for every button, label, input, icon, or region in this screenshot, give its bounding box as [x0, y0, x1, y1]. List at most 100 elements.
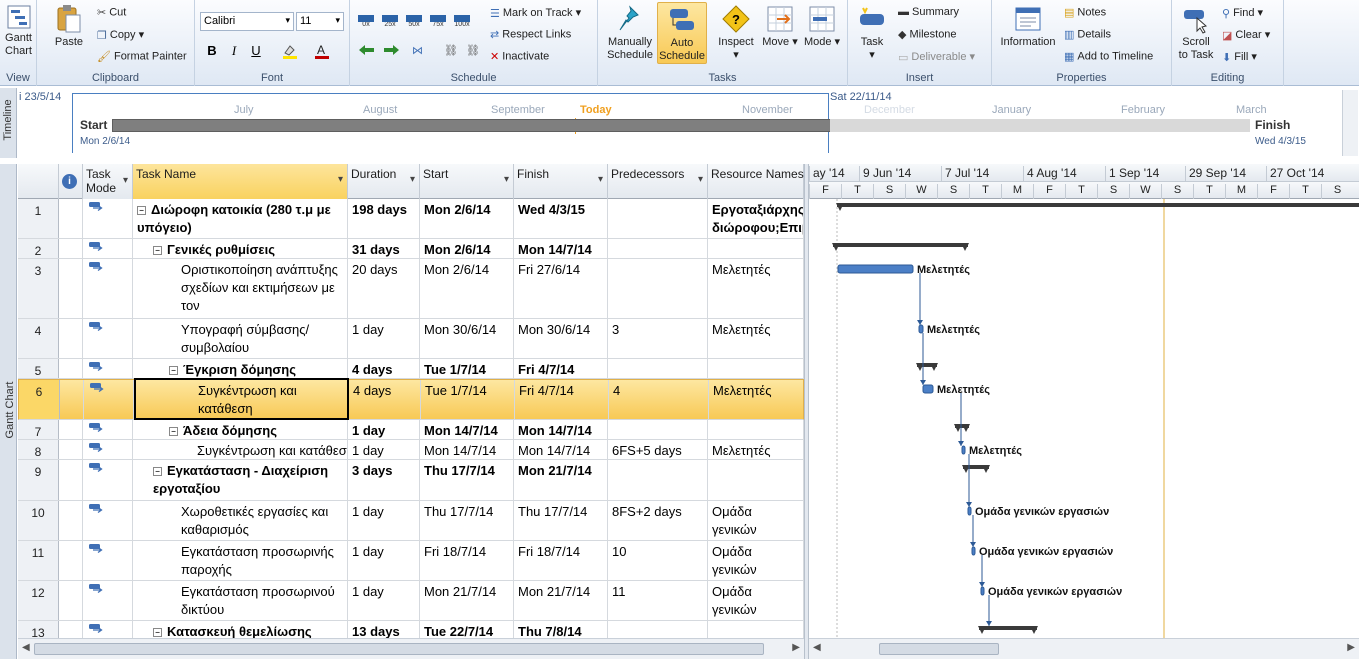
table-row[interactable]: 13− Κατασκευή θεμελίωσης 13 days Tue 22/7/1…: [18, 621, 804, 638]
add-to-timeline-button[interactable]: ▦ Add to Timeline: [1064, 50, 1153, 63]
font-color-button[interactable]: A: [313, 42, 331, 60]
respect-links-button[interactable]: ⇄ Respect Links: [490, 28, 571, 41]
start-cell[interactable]: Mon 30/6/14: [420, 319, 514, 358]
cut-button[interactable]: ✂ Cut: [97, 6, 126, 19]
pct-75-button[interactable]: 75x: [428, 13, 448, 29]
gantt-bars-canvas[interactable]: Μελετητές Μελετητές Μελετητές Μελετητές Ομάδ…: [809, 199, 1359, 638]
table-row[interactable]: 11 Εγκατάσταση προσωρινής παροχής 1 day Fri…: [18, 541, 804, 581]
auto-schedule-button[interactable]: Auto Schedule: [657, 2, 707, 64]
duration-header[interactable]: Duration: [348, 164, 420, 199]
chart-scroll-right-icon[interactable]: ▶: [1347, 642, 1355, 653]
pred-cell[interactable]: 10: [608, 541, 708, 580]
collapse-toggle-icon[interactable]: −: [153, 246, 162, 255]
indicator-cell[interactable]: [59, 581, 83, 620]
finish-cell[interactable]: Thu 17/7/14: [514, 501, 608, 540]
start-cell[interactable]: Tue 1/7/14: [420, 359, 514, 378]
task-mode-cell[interactable]: [83, 359, 133, 378]
task-name-cell[interactable]: Εγκατάσταση προσωρινής παροχής: [133, 541, 348, 580]
pred-cell[interactable]: [608, 460, 708, 500]
finish-cell[interactable]: Mon 14/7/14: [514, 440, 608, 459]
task-name-cell[interactable]: Χωροθετικές εργασίες και καθαρισμός: [133, 501, 348, 540]
table-row[interactable]: 12 Εγκατάσταση προσωρινού δικτύου 1 day Mon…: [18, 581, 804, 621]
task-name-cell[interactable]: − Άδεια δόμησης: [133, 420, 348, 439]
information-button[interactable]: Information: [996, 2, 1060, 49]
milestone-button[interactable]: ◆ Milestone: [898, 28, 957, 41]
summary-bar-project[interactable]: [837, 203, 1359, 207]
row-id-cell[interactable]: 7: [18, 420, 59, 439]
show-subtasks-button[interactable]: ⋈: [412, 44, 423, 57]
finish-header[interactable]: Finish: [514, 164, 608, 199]
collapse-toggle-icon[interactable]: −: [169, 366, 178, 375]
dependency-arrow[interactable]: [958, 441, 964, 446]
row-id-cell[interactable]: 6: [19, 380, 60, 419]
table-row[interactable]: 7− Άδεια δόμησης 1 day Mon 14/7/14 Mon 14/7/…: [18, 420, 804, 440]
pred-cell[interactable]: 6FS+5 days: [608, 440, 708, 459]
pred-cell[interactable]: 11: [608, 581, 708, 620]
gantt-chart-pane[interactable]: ay '14 9 Jun '14 7 Jul '14 4 Aug '14 1 Sep '…: [809, 164, 1359, 638]
finish-cell[interactable]: Fri 4/7/14: [514, 359, 608, 378]
finish-cell[interactable]: Fri 27/6/14: [514, 259, 608, 318]
indicator-cell[interactable]: [60, 380, 84, 419]
indicator-cell[interactable]: [59, 259, 83, 318]
dependency-arrow[interactable]: [986, 621, 992, 626]
start-cell[interactable]: Fri 18/7/14: [420, 541, 514, 580]
pct-25-button[interactable]: 25x: [380, 13, 400, 29]
task-mode-cell[interactable]: [83, 581, 133, 620]
pct-0-button[interactable]: 0x: [356, 13, 376, 29]
task-mode-cell[interactable]: [83, 259, 133, 318]
pred-cell[interactable]: [608, 259, 708, 318]
indicator-cell[interactable]: [59, 440, 83, 459]
collapse-toggle-icon[interactable]: −: [153, 628, 162, 637]
res-cell[interactable]: Ομάδα γενικών εργασιών: [708, 541, 804, 580]
collapse-toggle-icon[interactable]: −: [137, 206, 146, 215]
res-cell[interactable]: [708, 239, 804, 258]
res-cell[interactable]: Ομάδα γενικών εργασιών: [708, 581, 804, 620]
start-cell[interactable]: Mon 2/6/14: [420, 199, 514, 238]
pred-cell[interactable]: [608, 420, 708, 439]
table-row[interactable]: 4 Υπογραφή σύμβασης/συμβολαίου 1 day Mon 30…: [18, 319, 804, 359]
finish-cell[interactable]: Mon 14/7/14: [514, 420, 608, 439]
start-cell[interactable]: Mon 2/6/14: [420, 259, 514, 318]
indicator-cell[interactable]: [59, 621, 83, 638]
task-bar[interactable]: [967, 506, 972, 516]
timeline-view[interactable]: Timeline i 23/5/14 Sat 22/11/14 July Aug…: [0, 88, 1359, 158]
scroll-left-icon[interactable]: ◀: [22, 642, 30, 653]
task-mode-cell[interactable]: [83, 319, 133, 358]
format-painter-button[interactable]: 🖌 Format Painter: [97, 50, 187, 63]
font-family-select[interactable]: Calibri ▾: [200, 12, 294, 31]
dependency-arrow[interactable]: [920, 380, 926, 385]
task-mode-cell[interactable]: [83, 621, 133, 638]
italic-button[interactable]: I: [225, 42, 243, 60]
clear-button[interactable]: ◪ Clear ▾: [1222, 28, 1270, 42]
dependency-arrow[interactable]: [970, 542, 976, 547]
unlink-tasks-button[interactable]: ⛓: [466, 44, 480, 57]
indicator-cell[interactable]: [59, 199, 83, 238]
duration-cell[interactable]: 1 day: [348, 420, 420, 439]
finish-cell[interactable]: Mon 21/7/14: [514, 460, 608, 500]
res-cell[interactable]: [708, 460, 804, 500]
task-bar[interactable]: [837, 264, 914, 274]
task-bar[interactable]: [980, 586, 985, 596]
pred-cell[interactable]: [608, 199, 708, 238]
indicator-cell[interactable]: [59, 460, 83, 500]
task-name-cell[interactable]: − Γενικές ρυθμίσεις: [133, 239, 348, 258]
row-id-cell[interactable]: 12: [18, 581, 59, 620]
task-name-cell[interactable]: Συγκέντρωση και κατάθεση: [134, 380, 349, 419]
duration-cell[interactable]: 4 days: [348, 359, 420, 378]
duration-cell[interactable]: 1 day: [348, 319, 420, 358]
table-row[interactable]: 10 Χωροθετικές εργασίες και καθαρισμός 1 d…: [18, 501, 804, 541]
move-button[interactable]: Move ▾: [760, 2, 800, 49]
table-row[interactable]: 1− Διώροφη κατοικία (280 τ.μ με υπόγειο) 1…: [18, 199, 804, 239]
row-id-cell[interactable]: 5: [18, 359, 59, 378]
pct-50-button[interactable]: 50x: [404, 13, 424, 29]
duration-cell[interactable]: 31 days: [348, 239, 420, 258]
details-button[interactable]: ▥ Details: [1064, 28, 1111, 41]
duration-cell[interactable]: 198 days: [348, 199, 420, 238]
task-name-cell[interactable]: Εγκατάσταση προσωρινού δικτύου: [133, 581, 348, 620]
scroll-to-task-button[interactable]: Scroll to Task: [1174, 2, 1218, 62]
summary-bar-foundation[interactable]: [979, 626, 1037, 630]
task-mode-cell[interactable]: [83, 199, 133, 238]
bold-button[interactable]: B: [203, 42, 221, 60]
underline-button[interactable]: U: [247, 42, 265, 60]
res-cell[interactable]: Μελετητές: [708, 319, 804, 358]
